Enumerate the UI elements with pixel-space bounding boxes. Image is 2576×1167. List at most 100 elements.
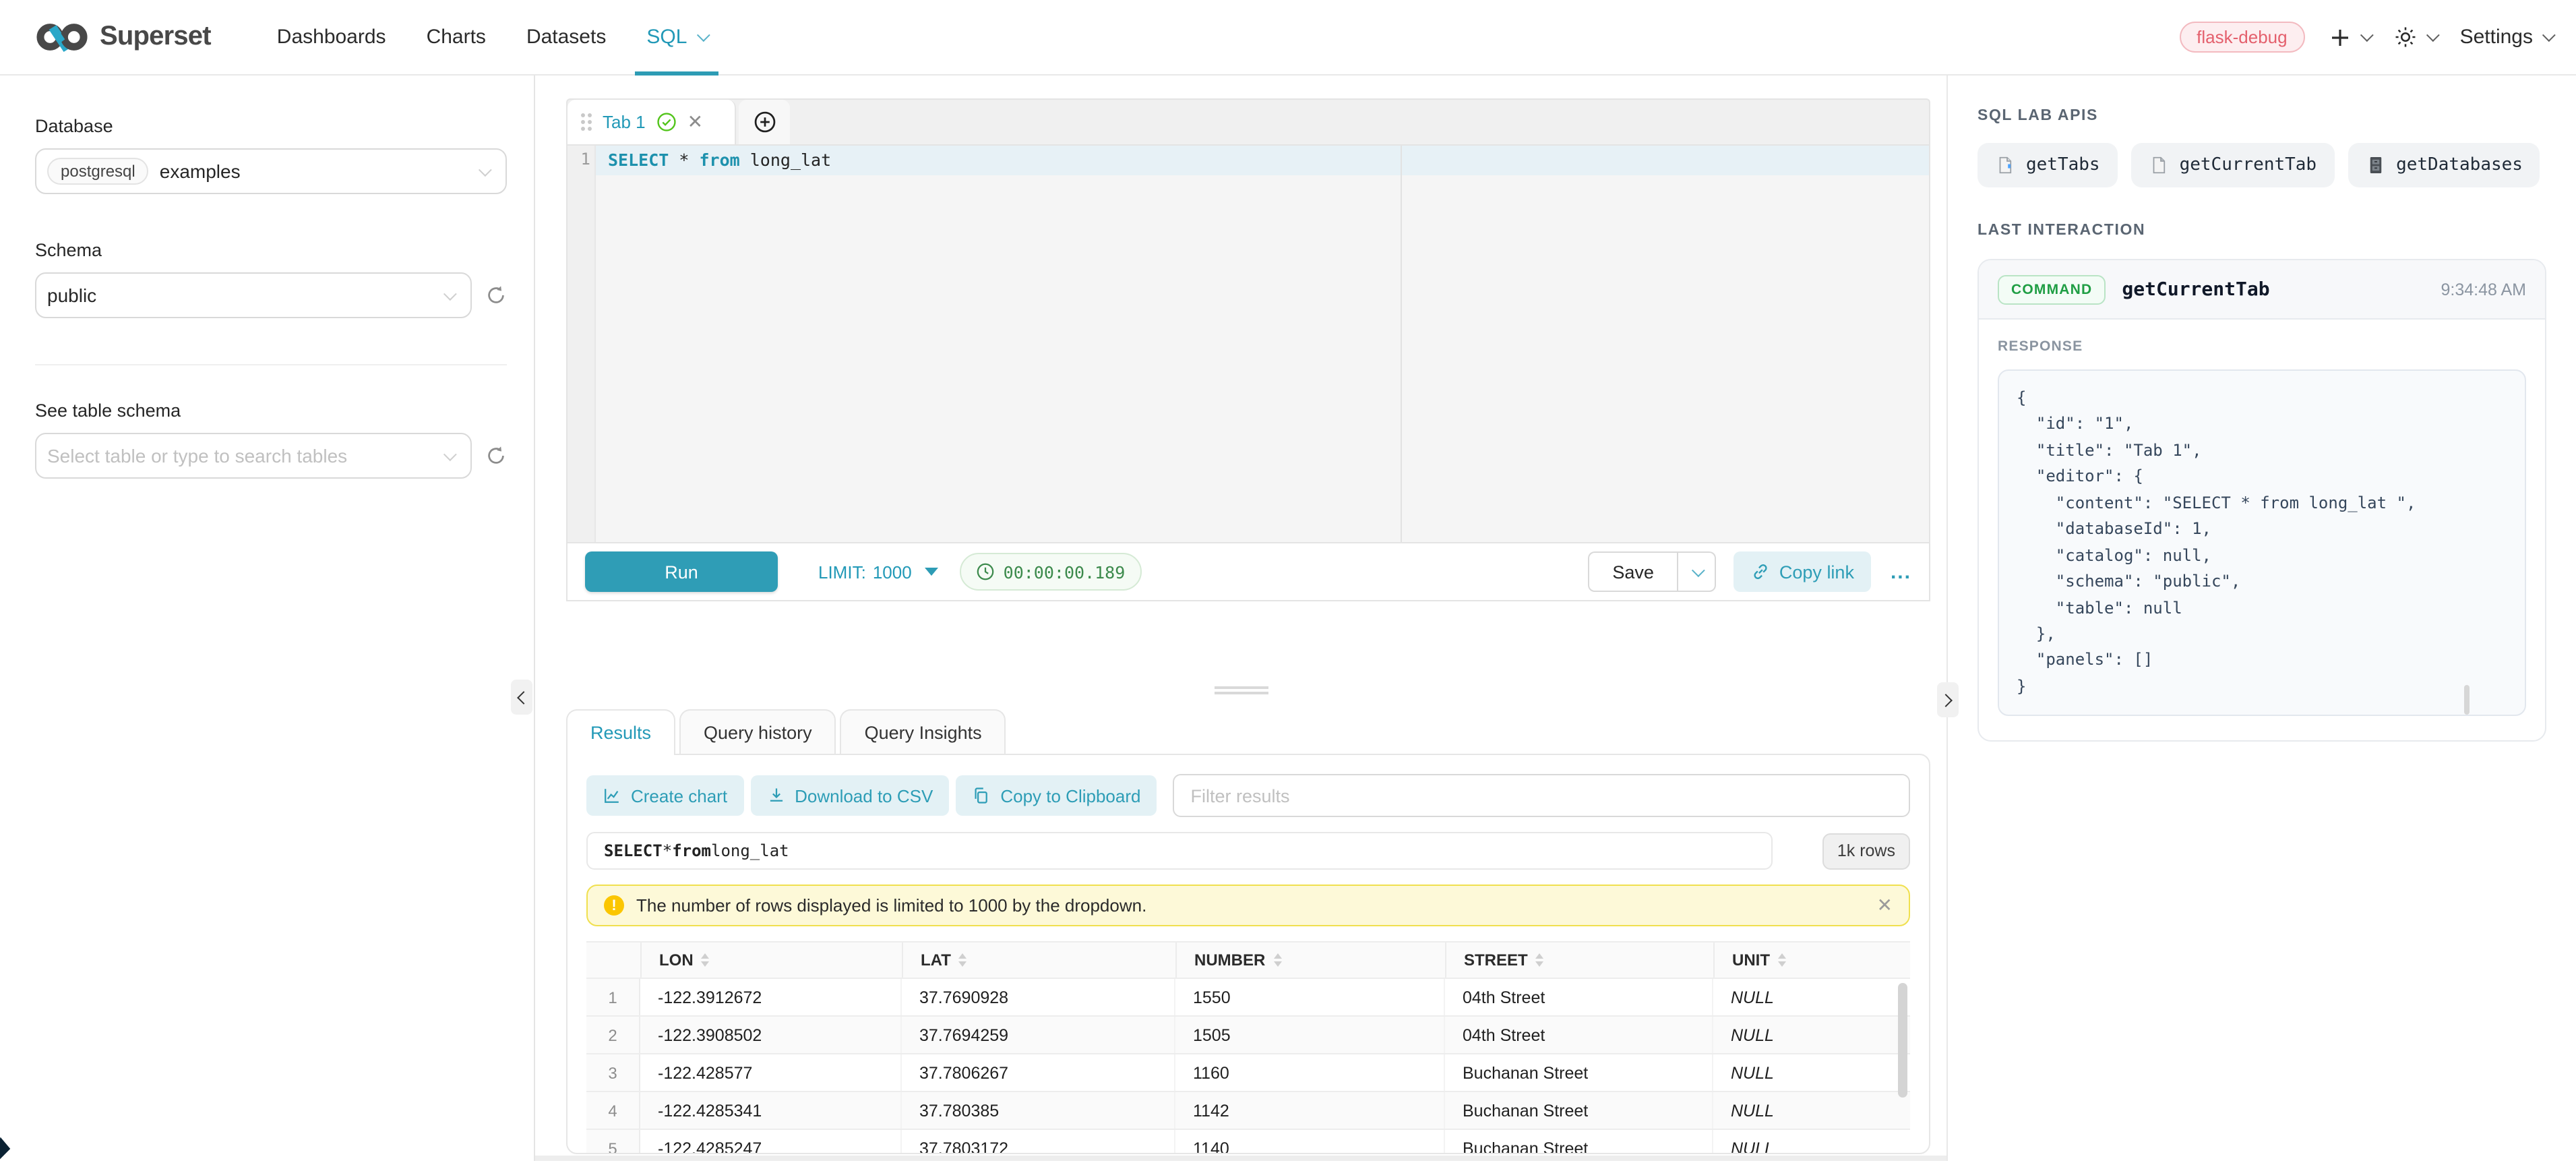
executed-query-row: SELECT * from long_lat 1k rows [586,832,1910,870]
schema-select[interactable]: public [35,272,472,318]
chevron-left-icon [517,690,530,704]
save-options-button[interactable] [1677,551,1716,592]
command-badge: COMMAND [1998,274,2106,304]
editor-card: Tab 1 ✕ [566,98,1930,601]
brand-wordmark: Superset [100,22,211,53]
refresh-tables-button[interactable] [485,445,507,467]
nav-dashboards[interactable]: Dashboards [257,0,406,74]
query-tab[interactable]: Tab 1 ✕ [568,100,736,144]
results-actions: Create chart Download to CSV [586,774,1910,817]
api-chip-getdatabases[interactable]: getDatabases [2348,143,2540,187]
query-tab-title: Tab 1 [603,112,646,132]
results-table: LON LAT NUMBER STREET UNIT 1 -122.391267… [586,941,1910,1154]
settings-menu[interactable]: Settings [2460,26,2552,49]
save-button[interactable]: Save [1588,551,1677,592]
more-actions-button[interactable]: ... [1891,560,1911,583]
tab-query-insights[interactable]: Query Insights [840,709,1006,755]
nav-datasets[interactable]: Datasets [506,0,626,74]
add-tab-button[interactable] [739,100,790,144]
vertical-scrollbar-thumb[interactable] [1898,983,1907,1098]
results-area: Results Query history Query Insights Cre… [566,709,1930,1154]
add-tab-icon [753,111,776,133]
tab-results[interactable]: Results [566,709,675,755]
api-chip-gettabs[interactable]: getTabs [1977,143,2118,187]
scrollbar-thumb[interactable] [2464,685,2470,715]
chevron-down-icon [443,287,457,300]
download-csv-button[interactable]: Download to CSV [750,775,949,816]
table-schema-group: See table schema Select table or type to… [35,400,507,479]
table-row: 2 -122.3908502 37.7694259 1505 04th Stre… [586,1017,1910,1054]
copy-clipboard-button[interactable]: Copy to Clipboard [956,775,1157,816]
run-button[interactable]: Run [585,551,778,592]
sql-code-editor[interactable]: 1 SELECT * from long_lat [566,144,1930,542]
warning-icon: ! [604,895,624,916]
caret-down-icon [925,568,939,576]
save-split-button: Save [1588,551,1716,592]
editor-gutter [568,146,596,542]
command-timestamp: 9:34:48 AM [2441,280,2527,299]
api-chip-getcurrenttab[interactable]: getCurrentTab [2131,143,2335,187]
column-header-street[interactable]: STREET [1445,942,1713,978]
dismiss-alert-icon[interactable]: ✕ [1877,894,1893,917]
line-number: 1 [568,150,590,169]
database-group: Database postgresql examples [35,116,507,194]
table-row: 4 -122.4285341 37.780385 1142 Buchanan S… [586,1092,1910,1130]
theme-toggle-button[interactable] [2394,26,2436,49]
column-header-lat[interactable]: LAT [902,942,1175,978]
filter-results-input[interactable] [1173,774,1910,817]
table-select[interactable]: Select table or type to search tables [35,433,472,479]
chevron-down-icon [2426,28,2440,42]
chart-icon [603,786,621,805]
nav-sql[interactable]: SQL [626,0,726,74]
refresh-schemas-button[interactable] [485,285,507,306]
api-panel-title: SQL LAB APIS [1977,108,2546,124]
sort-icons [1778,953,1786,967]
tabs-page-icon [1995,155,2015,175]
tab-query-history[interactable]: Query history [679,709,836,755]
sql-editor-main: Tab 1 ✕ [535,76,1946,1161]
rows-limit-alert: ! The number of rows displayed is limite… [586,885,1910,926]
editor-tabstrip: Tab 1 ✕ [566,98,1930,144]
table-header-row: LON LAT NUMBER STREET UNIT [586,942,1910,979]
refresh-icon [485,445,507,467]
schema-group: Schema public [35,240,507,318]
table-select-placeholder: Select table or type to search tables [47,445,347,467]
close-tab-icon[interactable]: ✕ [687,111,703,133]
sun-icon [2394,26,2417,49]
environment-badge: flask-debug [2179,22,2304,53]
collapse-left-panel-button[interactable] [511,680,532,715]
sidebar-divider [35,364,507,365]
chevron-right-icon [1939,693,1953,707]
plus-icon [2329,26,2351,48]
superset-logo[interactable]: Superset [35,19,211,55]
query-timer: 00:00:00.189 [960,553,1142,591]
sort-icons [702,953,710,967]
create-chart-button[interactable]: Create chart [586,775,743,816]
sort-icons [1273,953,1281,967]
check-circle-icon [656,112,677,132]
superset-logo-icon [35,19,89,55]
refresh-icon [485,285,507,306]
timer-value: 00:00:00.189 [1004,562,1126,582]
copy-link-button[interactable]: Copy link [1734,551,1872,592]
column-header-number[interactable]: NUMBER [1175,942,1445,978]
warning-message: The number of rows displayed is limited … [636,895,1146,916]
table-row: 1 -122.3912672 37.7690928 1550 04th Stre… [586,979,1910,1017]
nav-charts[interactable]: Charts [406,0,506,74]
response-json-box: { "id": "1", "title": "Tab 1", "editor":… [1998,369,2526,717]
collapse-right-panel-button[interactable] [1937,682,1959,717]
limit-dropdown[interactable]: LIMIT:1000 [818,562,939,582]
database-select[interactable]: postgresql examples [35,148,507,194]
interaction-header: COMMAND getCurrentTab 9:34:48 AM [1979,260,2545,320]
sort-icons [1536,953,1544,967]
new-item-button[interactable] [2329,26,2370,48]
column-header-unit[interactable]: UNIT [1713,942,1910,978]
database-value: examples [160,160,241,182]
file-cabinet-icon [2365,155,2385,175]
page-icon [2149,155,2169,175]
panel-resize-handle[interactable] [535,686,1946,700]
response-json: { "id": "1", "title": "Tab 1", "editor":… [2017,386,2507,700]
executed-query-text: SELECT * from long_lat [586,832,1773,870]
column-header-lon[interactable]: LON [640,942,902,978]
table-row: 5 -122.4285247 37.7803172 1140 Buchanan … [586,1130,1910,1154]
